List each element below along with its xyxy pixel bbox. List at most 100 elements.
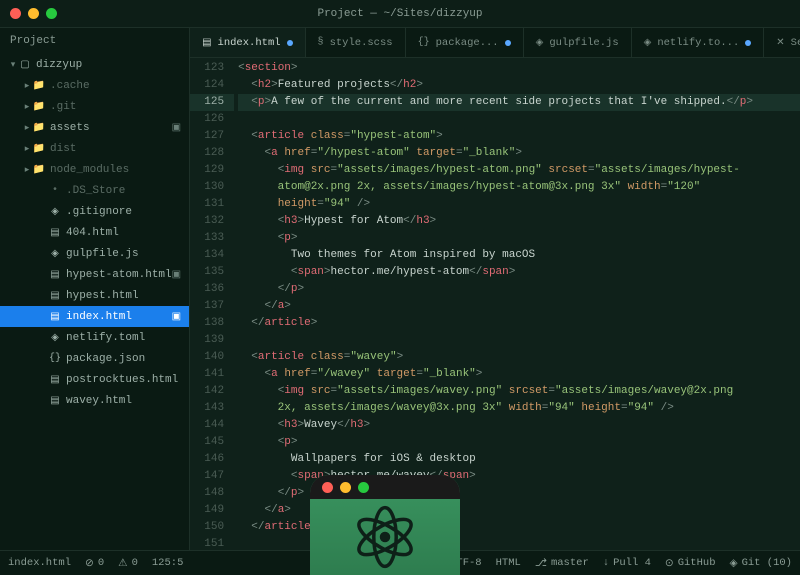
sidebar: Project ▾▢dizzyup▸📁.cache▸📁.git▸📁assets▣… <box>0 28 190 550</box>
status-git[interactable]: ◈ Git (10) <box>730 557 793 570</box>
tree-item-dizzyup[interactable]: ▾▢ dizzyup <box>0 54 189 75</box>
file-icon: ◈ <box>48 248 62 260</box>
modified-dot-icon <box>287 40 293 46</box>
chevron-icon: ▸ <box>22 81 32 91</box>
tree-item--git[interactable]: ▸📁 .git <box>0 96 189 117</box>
status-errors[interactable]: ⊘ 0 <box>85 557 104 570</box>
file-icon: ▤ <box>48 290 62 302</box>
window-title: Project — ~/Sites/dizzyup <box>317 8 482 20</box>
tree-item-label: .cache <box>50 80 181 92</box>
tree-item-label: hypest.html <box>66 290 181 302</box>
tab-label: index.html <box>218 37 281 49</box>
line-gutter: 1231241251261271281291301311321331341351… <box>190 58 234 550</box>
tree-item-wavey-html[interactable]: ▤ wavey.html <box>0 390 189 411</box>
status-github[interactable]: ⊙ GitHub <box>665 557 716 570</box>
status-warnings[interactable]: ⚠ 0 <box>118 557 138 570</box>
status-cursor[interactable]: 125:5 <box>152 557 184 569</box>
modified-dot-icon <box>745 40 751 46</box>
tree-item-label: hypest-atom.html <box>66 269 172 281</box>
tree-item-label: index.html <box>66 311 172 323</box>
tree-item-label: assets <box>50 122 172 134</box>
tree-item-gulpfile-js[interactable]: ◈ gulpfile.js <box>0 243 189 264</box>
tree-item-netlify-toml[interactable]: ◈ netlify.toml <box>0 327 189 348</box>
file-icon: 📁 <box>32 80 46 92</box>
tree-item--gitignore[interactable]: ◈ .gitignore <box>0 201 189 222</box>
tab-package-[interactable]: {} package... <box>406 28 524 57</box>
chevron-icon: ▸ <box>22 123 32 133</box>
tab-label: package... <box>436 37 499 49</box>
titlebar: Project — ~/Sites/dizzyup <box>0 0 800 28</box>
tab-Settings[interactable]: ✕ Settings <box>764 28 800 57</box>
tab-file-icon: § <box>318 37 324 48</box>
file-icon: ◈ <box>48 332 62 344</box>
tree-item-index-html[interactable]: ▤ index.html▣ <box>0 306 189 327</box>
tab-file-icon: ◈ <box>536 37 544 49</box>
status-language[interactable]: HTML <box>496 557 521 570</box>
status-file[interactable]: index.html <box>8 557 71 569</box>
close-icon[interactable] <box>10 8 21 19</box>
chevron-icon: ▸ <box>22 165 32 175</box>
tab-file-icon: ▤ <box>202 37 211 49</box>
tree-item-label: gulpfile.js <box>66 248 181 260</box>
modified-icon: ▣ <box>172 311 181 323</box>
tree-item-label: postrocktues.html <box>66 374 181 386</box>
chevron-icon: ▾ <box>8 60 18 70</box>
atom-app-icon <box>310 475 460 575</box>
file-icon: 📁 <box>32 164 46 176</box>
tab-label: netlify.to... <box>657 37 739 49</box>
modified-icon: ▣ <box>172 269 181 281</box>
tree-item-label: .git <box>50 101 181 113</box>
tab-style-scss[interactable]: § style.scss <box>306 28 406 57</box>
tree-item-dist[interactable]: ▸📁 dist <box>0 138 189 159</box>
status-pull[interactable]: ↓ Pull 4 <box>603 557 651 570</box>
tree-item--cache[interactable]: ▸📁 .cache <box>0 75 189 96</box>
file-icon: ▤ <box>48 227 62 239</box>
tree-item--DS_Store[interactable]: • .DS_Store <box>0 180 189 201</box>
file-icon: 📁 <box>32 101 46 113</box>
tab-index-html[interactable]: ▤ index.html <box>190 28 305 57</box>
file-icon: • <box>48 185 62 196</box>
modified-dot-icon <box>505 40 511 46</box>
tree-item-label: dist <box>50 143 181 155</box>
file-icon: {} <box>48 353 62 364</box>
file-icon: ▤ <box>48 311 62 323</box>
modified-icon: ▣ <box>172 122 181 134</box>
file-icon: ◈ <box>48 206 62 218</box>
file-icon: ▤ <box>48 374 62 386</box>
project-header: Project <box>0 28 189 54</box>
tree-item-postrocktues-html[interactable]: ▤ postrocktues.html <box>0 369 189 390</box>
editor-area: ▤ index.html § style.scss {} package... ◈ gulpf… <box>190 28 800 550</box>
tree-item-label: node_modules <box>50 164 181 176</box>
tree-item-404-html[interactable]: ▤404.html <box>0 222 189 243</box>
tree-item-label: .DS_Store <box>66 185 181 197</box>
minimize-icon[interactable] <box>28 8 39 19</box>
tab-gulpfile-js[interactable]: ◈ gulpfile.js <box>524 28 632 57</box>
window-controls <box>10 8 57 19</box>
tab-file-icon: ✕ <box>776 37 784 49</box>
tree-item-hypest-atom-html[interactable]: ▤ hypest-atom.html▣ <box>0 264 189 285</box>
tree-item-assets[interactable]: ▸📁assets▣ <box>0 117 189 138</box>
status-branch[interactable]: ⎇ master <box>535 557 589 570</box>
tab-file-icon: {} <box>418 37 430 48</box>
tree-item-hypest-html[interactable]: ▤ hypest.html <box>0 285 189 306</box>
tab-label: style.scss <box>330 37 393 49</box>
tree-item-label: wavey.html <box>66 395 181 407</box>
file-icon: ▤ <box>48 269 62 281</box>
file-icon: ▤ <box>48 395 62 407</box>
tree-item-node_modules[interactable]: ▸📁 node_modules <box>0 159 189 180</box>
maximize-icon[interactable] <box>46 8 57 19</box>
tab-label: gulpfile.js <box>549 37 618 49</box>
tree-item-label: .gitignore <box>66 206 181 218</box>
file-icon: ▢ <box>18 59 32 71</box>
chevron-icon: ▸ <box>22 102 32 112</box>
tree-item-label: netlify.toml <box>66 332 181 344</box>
file-tree: ▾▢dizzyup▸📁.cache▸📁.git▸📁assets▣▸📁dist▸📁… <box>0 54 189 550</box>
file-icon: 📁 <box>32 143 46 155</box>
chevron-icon: ▸ <box>22 144 32 154</box>
tab-bar: ▤ index.html § style.scss {} package... ◈ gulpf… <box>190 28 800 58</box>
tab-netlify-to-[interactable]: ◈netlify.to... <box>632 28 765 57</box>
tab-label: Settings <box>791 37 800 49</box>
tree-item-label: dizzyup <box>36 59 181 71</box>
tree-item-label: package.json <box>66 353 181 365</box>
tree-item-package-json[interactable]: {} package.json <box>0 348 189 369</box>
